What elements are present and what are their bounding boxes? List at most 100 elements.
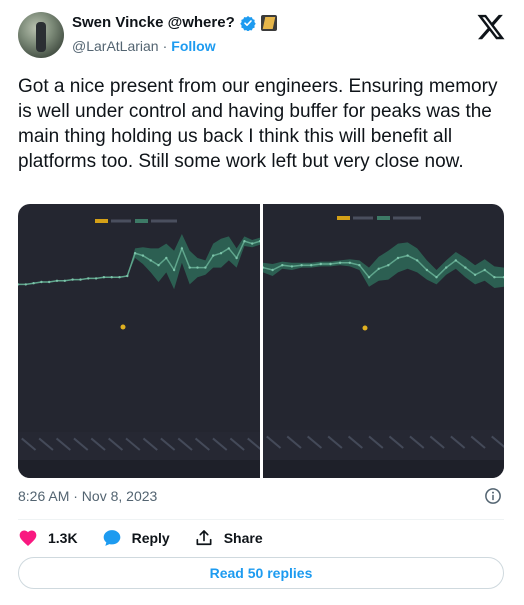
data-point (219, 252, 223, 255)
author-name[interactable]: Swen Vincke @where? (72, 14, 235, 31)
data-point (118, 276, 121, 279)
divider (18, 519, 504, 520)
verified-badge-icon (240, 15, 256, 31)
legend-text-2 (393, 216, 421, 220)
data-point (367, 276, 371, 279)
data-point (387, 264, 390, 267)
data-point (290, 265, 294, 268)
data-point (435, 276, 438, 279)
affiliate-badge-icon (260, 14, 277, 31)
data-point (243, 240, 246, 243)
data-point (180, 247, 184, 250)
action-bar: 1.3K Reply Share (18, 526, 287, 550)
data-point (300, 264, 303, 267)
data-point (204, 266, 207, 269)
data-point (172, 268, 176, 272)
chart-left (18, 204, 260, 478)
tweet-text: Got a nice present from our engineers. E… (18, 76, 498, 172)
data-point (406, 254, 409, 257)
like-button[interactable]: 1.3K (18, 528, 78, 548)
data-point (141, 254, 145, 257)
marker-point (120, 324, 126, 330)
data-point (483, 268, 486, 272)
marker-point (362, 325, 368, 331)
legend-swatch-green (135, 219, 148, 223)
tweet-card: Swen Vincke @where? @LarAtLarian · Follo… (0, 0, 524, 605)
share-label: Share (223, 530, 263, 546)
x-logo-icon[interactable] (476, 12, 506, 42)
data-point (319, 262, 322, 266)
legend-text-2 (151, 219, 177, 223)
like-count: 1.3K (48, 530, 78, 546)
data-point (32, 282, 35, 285)
data-point (24, 283, 27, 286)
legend-swatch-green (377, 216, 390, 220)
chart-right (263, 204, 504, 478)
data-point (133, 252, 137, 255)
reply-button[interactable]: Reply (102, 528, 170, 548)
share-button[interactable]: Share (194, 528, 263, 548)
avatar[interactable] (18, 12, 64, 58)
legend-swatch-yellow (337, 216, 350, 220)
data-point (358, 264, 361, 267)
data-point (281, 264, 284, 267)
chart-left-plot (18, 219, 260, 478)
data-point (63, 279, 66, 282)
data-point (188, 266, 191, 269)
footer-bar (18, 460, 260, 478)
data-point (310, 264, 313, 267)
data-point (454, 259, 457, 262)
data-point (251, 242, 254, 245)
speech-bubble-icon (103, 530, 120, 546)
data-point (126, 274, 129, 278)
follow-button[interactable]: Follow (171, 38, 215, 54)
x-axis-strip (18, 432, 260, 460)
data-point (165, 256, 168, 260)
data-point (55, 279, 59, 282)
data-point (235, 256, 238, 260)
data-point (425, 268, 429, 272)
legend-text-1 (353, 216, 373, 220)
data-point (445, 266, 448, 269)
data-point (196, 266, 199, 269)
data-point (40, 280, 43, 284)
data-point (18, 283, 20, 286)
tweet-timestamp[interactable]: 8:26 AM · Nov 8, 2023 (18, 488, 157, 504)
x-axis-strip (263, 430, 504, 460)
author-name-row: Swen Vincke @where? (72, 14, 277, 31)
data-point (102, 276, 106, 279)
data-point (416, 259, 419, 262)
data-point (377, 267, 380, 270)
data-point (87, 277, 90, 280)
read-replies-button[interactable]: Read 50 replies (18, 557, 504, 589)
data-point (79, 278, 82, 281)
data-point (338, 261, 342, 264)
upload-share-icon (196, 530, 212, 546)
data-point (493, 276, 496, 279)
reply-label: Reply (131, 530, 170, 546)
data-point (212, 254, 215, 257)
tweet-media[interactable] (18, 204, 504, 478)
data-point (48, 280, 51, 284)
separator-dot: · (162, 38, 168, 54)
heart-icon (19, 530, 37, 546)
data-point (396, 256, 400, 260)
data-point (94, 277, 98, 280)
data-point (71, 278, 74, 281)
data-point (329, 262, 332, 266)
legend-text-1 (111, 219, 131, 223)
data-point (348, 261, 351, 264)
data-point (110, 276, 113, 279)
data-point (157, 264, 160, 267)
data-point (149, 259, 152, 262)
data-point (227, 247, 230, 250)
info-icon[interactable] (484, 487, 502, 505)
data-point (271, 268, 274, 272)
legend-swatch-yellow (95, 219, 108, 223)
author-handle-row: @LarAtLarian · Follow (72, 38, 216, 54)
data-point (464, 266, 467, 269)
data-point (473, 273, 477, 276)
footer-bar (263, 460, 504, 478)
chart-right-plot (263, 216, 504, 478)
author-handle[interactable]: @LarAtLarian (72, 38, 159, 54)
